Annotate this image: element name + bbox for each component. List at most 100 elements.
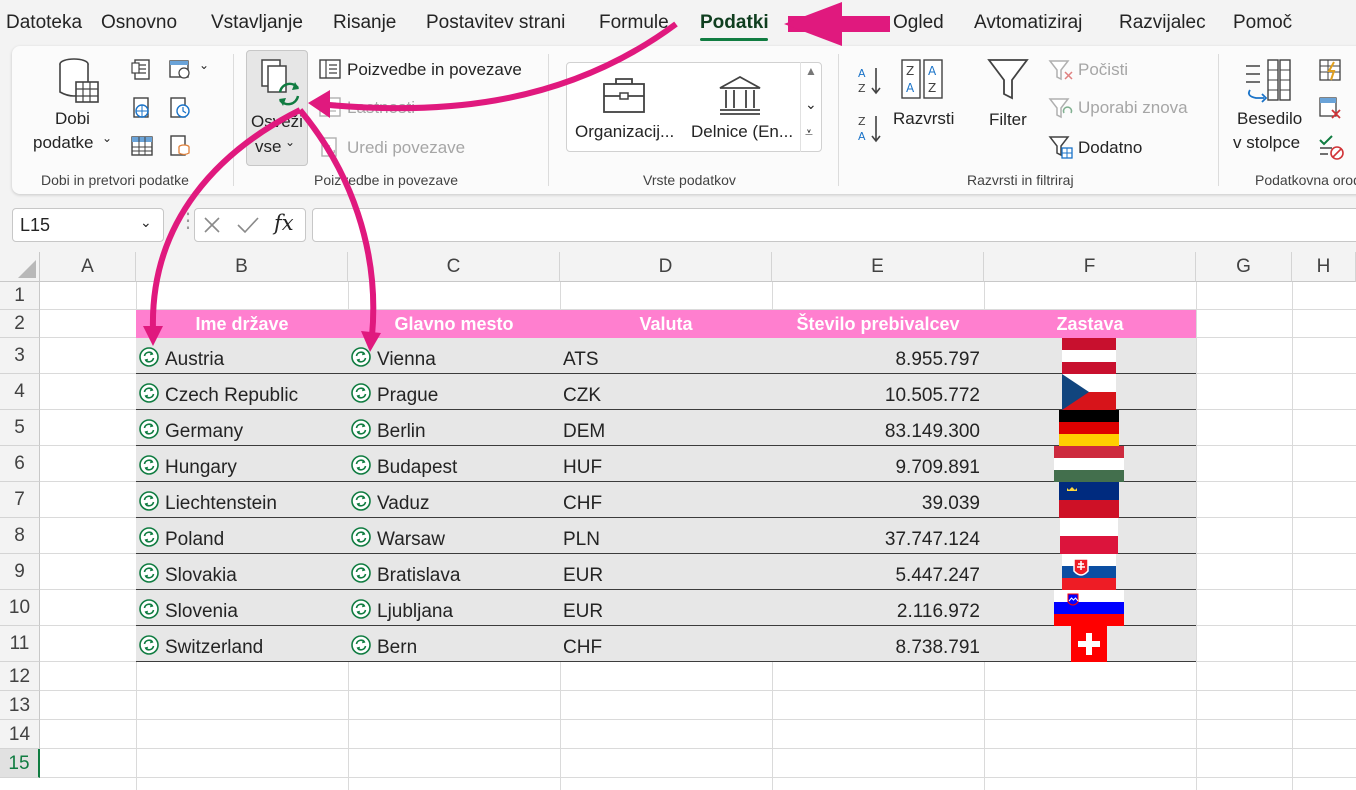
sort-dialog-icon[interactable]: ZAAZ: [900, 58, 946, 100]
stocks-icon[interactable]: [716, 74, 764, 116]
linked-data-type-icon[interactable]: [139, 383, 159, 403]
cell-currency[interactable]: EUR: [563, 565, 603, 587]
from-text-icon[interactable]: [130, 58, 154, 82]
header-flag[interactable]: Zastava: [984, 314, 1196, 335]
cell-currency[interactable]: HUF: [563, 457, 602, 479]
header-population[interactable]: Število prebivalcev: [772, 314, 984, 335]
text-to-columns-label-2[interactable]: v stolpce: [1233, 133, 1300, 153]
cancel-icon[interactable]: [202, 215, 222, 235]
linked-data-type-icon[interactable]: [139, 491, 159, 511]
cell-population[interactable]: 83.149.300: [772, 421, 980, 443]
chevron-down-icon[interactable]: ⌄: [199, 58, 209, 72]
chevron-down-icon[interactable]: ⌄: [102, 131, 112, 145]
advanced-button[interactable]: Dodatno: [1078, 138, 1142, 158]
data-validation-icon[interactable]: [1318, 134, 1344, 160]
cell-country[interactable]: Germany: [165, 421, 243, 443]
column-header-g[interactable]: G: [1196, 252, 1292, 282]
linked-data-type-icon[interactable]: [139, 599, 159, 619]
reapply-icon[interactable]: [1048, 96, 1074, 120]
cell-country[interactable]: Czech Republic: [165, 385, 298, 407]
queries-connections-icon[interactable]: [318, 58, 342, 80]
cell-country[interactable]: Poland: [165, 529, 224, 551]
row-header-12[interactable]: 12: [0, 662, 40, 691]
get-data-label-2[interactable]: podatke: [33, 133, 94, 153]
column-header-d[interactable]: D: [560, 252, 772, 282]
row-header-9[interactable]: 9: [0, 554, 40, 590]
filter-icon[interactable]: [986, 56, 1030, 104]
tab-risanje[interactable]: Risanje: [333, 12, 396, 34]
linked-data-type-icon[interactable]: [351, 491, 371, 511]
row-header-10[interactable]: 10: [0, 590, 40, 626]
header-capital[interactable]: Glavno mesto: [348, 314, 560, 335]
tab-datoteka[interactable]: Datoteka: [6, 12, 82, 34]
tab-podatki[interactable]: Podatki: [700, 12, 769, 34]
cell-capital[interactable]: Bratislava: [377, 565, 460, 587]
confirm-icon[interactable]: [236, 215, 260, 235]
cell-population[interactable]: 39.039: [772, 493, 980, 515]
refresh-icon[interactable]: [258, 58, 304, 106]
column-header-e[interactable]: E: [772, 252, 984, 282]
tab-postavitev-strani[interactable]: Postavitev strani: [426, 12, 565, 34]
linked-data-type-icon[interactable]: [351, 599, 371, 619]
linked-data-type-icon[interactable]: [351, 563, 371, 583]
from-web-icon[interactable]: [130, 96, 154, 120]
tab-osnovno[interactable]: Osnovno: [101, 12, 177, 34]
cell-population[interactable]: 8.955.797: [772, 349, 980, 371]
cell-currency[interactable]: CZK: [563, 385, 601, 407]
sort-button[interactable]: Razvrsti: [893, 109, 954, 129]
header-country[interactable]: Ime države: [136, 314, 348, 335]
queries-connections-button[interactable]: Poizvedbe in povezave: [347, 60, 522, 80]
tab-pomoc[interactable]: Pomoč: [1233, 12, 1292, 34]
filter-button[interactable]: Filter: [989, 110, 1027, 130]
cell-currency[interactable]: PLN: [563, 529, 600, 551]
text-to-columns-icon[interactable]: [1244, 58, 1292, 104]
header-currency[interactable]: Valuta: [560, 314, 772, 335]
edit-links-icon[interactable]: [318, 136, 342, 158]
cell-country[interactable]: Switzerland: [165, 637, 263, 659]
cell-capital[interactable]: Budapest: [377, 457, 457, 479]
column-header-a[interactable]: A: [40, 252, 136, 282]
from-table-icon[interactable]: [130, 134, 154, 158]
linked-data-type-icon[interactable]: [139, 347, 159, 367]
text-to-columns-label[interactable]: Besedilo: [1237, 109, 1302, 129]
cell-country[interactable]: Slovenia: [165, 601, 238, 623]
linked-data-type-icon[interactable]: [139, 455, 159, 475]
sort-za-icon[interactable]: ZA: [856, 112, 884, 146]
advanced-filter-icon[interactable]: [1048, 134, 1074, 160]
clear-filter-icon[interactable]: [1048, 58, 1074, 82]
insert-function-icon[interactable]: fx: [274, 211, 294, 235]
from-database-icon[interactable]: [168, 134, 192, 158]
organization-icon[interactable]: [600, 76, 648, 116]
linked-data-type-icon[interactable]: [139, 563, 159, 583]
select-all-triangle-icon[interactable]: [16, 258, 38, 280]
clear-button[interactable]: Počisti: [1078, 60, 1128, 80]
cell-country[interactable]: Slovakia: [165, 565, 237, 587]
cell-country[interactable]: Liechtenstein: [165, 493, 277, 515]
row-header-13[interactable]: 13: [0, 691, 40, 720]
linked-data-type-icon[interactable]: [351, 527, 371, 547]
sort-az-icon[interactable]: AZ: [856, 64, 884, 98]
refresh-all-label-2[interactable]: vse: [255, 137, 281, 157]
cell-capital[interactable]: Vaduz: [377, 493, 429, 515]
tab-avtomatiziraj[interactable]: Avtomatiziraj: [974, 12, 1082, 34]
row-header-14[interactable]: 14: [0, 720, 40, 749]
row-header-5[interactable]: 5: [0, 410, 40, 446]
data-type-stocks[interactable]: Delnice (En...: [691, 122, 793, 142]
linked-data-type-icon[interactable]: [351, 383, 371, 403]
existing-connections-icon[interactable]: [168, 58, 194, 82]
linked-data-type-icon[interactable]: [139, 419, 159, 439]
row-header-6[interactable]: 6: [0, 446, 40, 482]
column-header-h[interactable]: H: [1292, 252, 1356, 282]
scroll-up-icon[interactable]: ▲: [805, 64, 817, 78]
row-header-3[interactable]: 3: [0, 338, 40, 374]
cell-currency[interactable]: CHF: [563, 637, 602, 659]
linked-data-type-icon[interactable]: [139, 635, 159, 655]
row-header-7[interactable]: 7: [0, 482, 40, 518]
cell-country[interactable]: Hungary: [165, 457, 237, 479]
tab-ogled[interactable]: Ogled: [893, 12, 944, 34]
cell-currency[interactable]: DEM: [563, 421, 605, 443]
cell-currency[interactable]: CHF: [563, 493, 602, 515]
cell-population[interactable]: 5.447.247: [772, 565, 980, 587]
cell-capital[interactable]: Vienna: [377, 349, 436, 371]
row-header-2[interactable]: 2: [0, 310, 40, 338]
